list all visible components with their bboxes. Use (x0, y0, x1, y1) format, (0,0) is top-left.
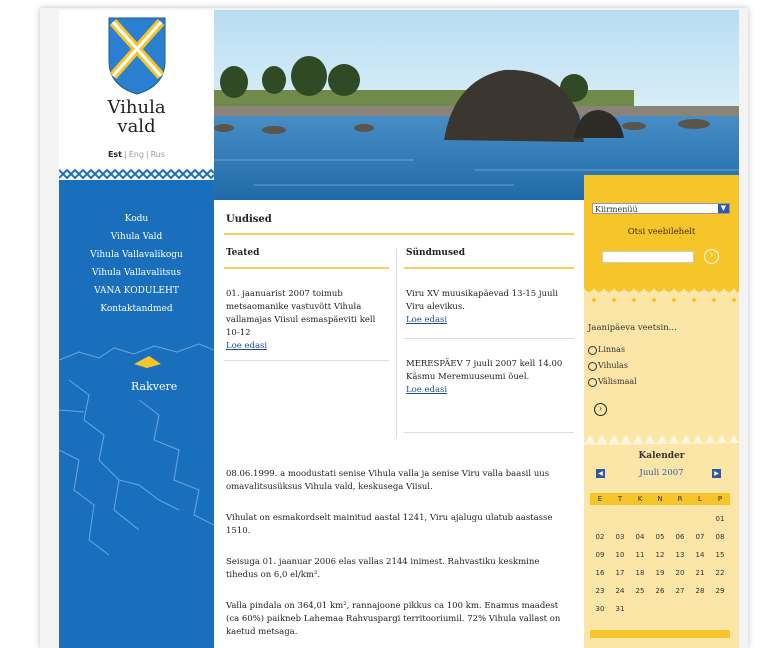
column-divider (224, 267, 389, 269)
radio-button[interactable] (588, 345, 597, 355)
intro-paragraph: 08.06.1999. a moodustati senise Vihula v… (226, 469, 550, 492)
event-item: MERESPÄEV 7 juuli 2007 kell 14.00 Käsmu … (406, 358, 566, 397)
calendar-day[interactable]: 13 (670, 551, 690, 559)
chevron-down-icon: ▼ (718, 204, 729, 213)
calendar-day[interactable]: 01 (710, 515, 730, 523)
nav-item-vallavalitsus[interactable]: Vihula Vallavalitsus (59, 264, 214, 282)
intro-paragraph: Vihulat on esmakordselt mainitud aastal … (226, 513, 553, 536)
title-divider (224, 233, 574, 235)
lang-eng[interactable]: Eng (129, 150, 144, 159)
page: Vihula vald Est | Eng | Rus Kodu Vihula Vald… (59, 10, 739, 648)
calendar-day[interactable]: 19 (650, 569, 670, 577)
lang-rus[interactable]: Rus (151, 150, 165, 159)
nav-item-vana-koduleht[interactable]: VANA KODULEHT (59, 282, 214, 300)
calendar-weekday: T (617, 495, 623, 503)
calendar-day[interactable]: 28 (690, 587, 710, 595)
calendar-day[interactable]: 29 (710, 587, 730, 595)
event-item: Viru XV muusikapäevad 13-15 juuli Viru a… (406, 288, 566, 327)
nav-item-kodu[interactable]: Kodu (59, 210, 214, 228)
calendar-weekday: L (698, 495, 702, 503)
nav-item-vihula-vald[interactable]: Vihula Vald (59, 228, 214, 246)
poll-option[interactable]: Välismaal (588, 377, 637, 387)
site-title: Vihula vald (107, 97, 166, 137)
column-divider (404, 267, 574, 269)
calendar-title: Kalender (638, 451, 685, 461)
radio-button[interactable] (588, 361, 597, 371)
lang-est[interactable]: Est (108, 150, 122, 159)
calendar-next-icon[interactable]: ▶ (712, 469, 721, 478)
calendar-day[interactable]: 12 (650, 551, 670, 559)
calendar-day[interactable]: 27 (670, 587, 690, 595)
calendar-weekday: P (717, 495, 723, 503)
item-divider (404, 338, 574, 339)
calendar-day[interactable]: 26 (650, 587, 670, 595)
calendar-day[interactable]: 20 (670, 569, 690, 577)
calendar-day[interactable]: 23 (590, 587, 610, 595)
calendar-weekday: E (597, 495, 603, 503)
search-submit-icon[interactable]: › (704, 249, 719, 264)
hero-photo-seascape (214, 10, 739, 200)
intro-paragraph: Seisuga 01. jaanuar 2006 elas vallas 214… (226, 557, 540, 580)
main-content: Uudised Teated Sündmused 01. jaanuarist … (214, 200, 584, 648)
column-separator (396, 248, 397, 438)
calendar-day[interactable]: 15 (710, 551, 730, 559)
calendar-day[interactable]: 31 (610, 605, 630, 613)
notice-item: 01. jaanuarist 2007 toimub metsaomanike … (226, 288, 381, 353)
calendar-day[interactable]: 25 (630, 587, 650, 595)
quick-menu-panel: Kiirmenüü ▼ Otsi veebilehelt › (584, 175, 739, 287)
calendar-weekday: N (657, 495, 663, 503)
item-divider (404, 432, 574, 433)
item-divider (224, 360, 389, 361)
lace-pattern-divider (59, 168, 214, 196)
right-sidebar: Kiirmenüü ▼ Otsi veebilehelt › Jaanipäev… (584, 175, 739, 648)
calendar-day[interactable]: 05 (650, 533, 670, 541)
calendar-day[interactable]: 02 (590, 533, 610, 541)
language-switcher: Est | Eng | Rus (107, 150, 166, 159)
column-title-events: Sündmused (406, 248, 466, 258)
read-more-link[interactable]: Loe edasi (406, 314, 566, 327)
calendar-day[interactable]: 21 (690, 569, 710, 577)
search-label: Otsi veebilehelt (627, 227, 696, 237)
lace-pattern-divider (584, 435, 739, 445)
column-title-notices: Teated (226, 248, 260, 258)
lace-pattern-divider (584, 280, 739, 302)
calendar-prev-icon[interactable]: ◀ (596, 469, 605, 478)
calendar-footer-bar (590, 630, 730, 638)
region-map[interactable] (59, 340, 214, 570)
intro-paragraph: Valla pindala on 364,01 km², rannajoone … (226, 601, 561, 637)
calendar-day[interactable]: 14 (690, 551, 710, 559)
calendar-day[interactable]: 07 (690, 533, 710, 541)
calendar-day[interactable]: 06 (670, 533, 690, 541)
calendar-weekday: R (677, 495, 683, 503)
quick-menu-select[interactable]: Kiirmenüü ▼ (592, 203, 730, 214)
calendar-day[interactable]: 18 (630, 569, 650, 577)
calendar-month: Juuli 2007 (639, 468, 684, 478)
calendar-day[interactable]: 24 (610, 587, 630, 595)
nav-item-kontaktandmed[interactable]: Kontaktandmed (59, 300, 214, 318)
calendar-weekday: K (637, 495, 643, 503)
map-label-rakvere: Rakvere (131, 380, 178, 393)
nav-item-vallavolikogu[interactable]: Vihula Vallavalikogu (59, 246, 214, 264)
calendar-day[interactable]: 04 (630, 533, 650, 541)
calendar-day[interactable]: 16 (590, 569, 610, 577)
read-more-link[interactable]: Loe edasi (226, 340, 381, 353)
search-input[interactable] (602, 251, 694, 263)
calendar-day[interactable]: 11 (630, 551, 650, 559)
calendar-day[interactable]: 09 (590, 551, 610, 559)
calendar-day[interactable]: 08 (710, 533, 730, 541)
poll-option[interactable]: Linnas (588, 345, 625, 355)
calendar-day[interactable]: 17 (610, 569, 630, 577)
section-title-news: Uudised (226, 214, 272, 225)
poll-question: Jaanipäeva veetsin... (588, 323, 677, 333)
coat-of-arms-logo[interactable] (107, 16, 167, 96)
logo-area: Vihula vald Est | Eng | Rus (59, 10, 214, 175)
calendar-day[interactable]: 10 (610, 551, 630, 559)
calendar-day[interactable]: 22 (710, 569, 730, 577)
calendar-day[interactable]: 03 (610, 533, 630, 541)
radio-button[interactable] (588, 377, 597, 387)
read-more-link[interactable]: Loe edasi (406, 384, 566, 397)
poll-option[interactable]: Vihulas (588, 361, 628, 371)
calendar-day[interactable]: 30 (590, 605, 610, 613)
poll-submit-icon[interactable]: › (594, 403, 607, 416)
